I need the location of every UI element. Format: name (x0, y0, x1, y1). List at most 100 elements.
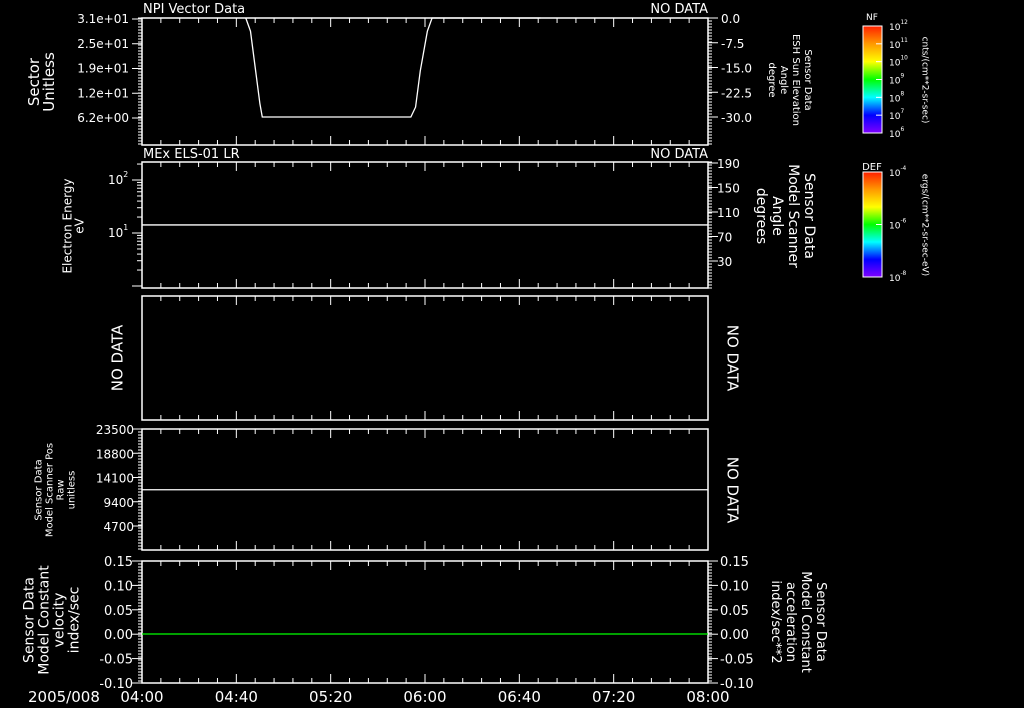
y-right-axis-label-line: Model Constant (798, 571, 813, 673)
y-tick-label: 23500 (96, 423, 134, 437)
y-right-axis-label-line: index/sec**2 (768, 580, 783, 663)
y-tick-label: 0.00 (104, 628, 133, 643)
y-tick-label-exp: 1 (123, 223, 128, 232)
date-label: 2005/008 (28, 688, 100, 706)
y-right-axis-label-line: Sensor Data (813, 582, 828, 662)
colorbar-tick-label-base: 10 (889, 23, 901, 33)
y-right-tick-label: 30 (717, 255, 732, 269)
colorbar-tick-label-exp: -4 (900, 166, 906, 172)
y-axis-label-line: Model Scanner Pos (45, 443, 56, 537)
y-right-axis-label-line: Model Scanner (785, 164, 801, 268)
colorbar-tick-label-base: 10 (889, 40, 901, 50)
y-tick-label: 0.05 (104, 604, 133, 619)
colorbar-tick-label-base: 10 (889, 274, 901, 284)
y-right-axis-label-line: degrees (753, 188, 769, 244)
y-axis-label-line: velocity (52, 593, 68, 648)
y-right-axis-label-line: acceleration (783, 582, 798, 662)
colorbar-tick-label-exp: 9 (900, 73, 904, 79)
y-right-axis-label-line: Angle (778, 66, 789, 94)
y-right-tick-label: 0.0 (721, 12, 740, 26)
colorbar-tick-label-exp: 12 (900, 20, 908, 26)
y-right-tick-label: 70 (717, 231, 732, 245)
colorbar-tick-label: 107 (889, 109, 904, 122)
y-right-tick-label: -7.5 (721, 37, 744, 51)
y-right-tick-label: -22.5 (721, 86, 752, 100)
panel-frame (141, 295, 709, 421)
y-tick-label: 0.15 (104, 555, 133, 570)
y-right-tick-label: -15.0 (721, 62, 752, 76)
y-tick-label: 2.5e+01 (77, 37, 129, 51)
colorbar-tick-label: 10-8 (889, 271, 907, 284)
y-tick-label: 102 (108, 170, 128, 187)
y-axis-label-line: Model Constant (37, 565, 53, 675)
y-tick-label: 101 (108, 223, 128, 240)
y-right-tick-label: -30.0 (721, 111, 752, 125)
y-right-tick-label: 0.15 (720, 555, 749, 570)
panel-title: MEx ELS-01 LR (143, 147, 240, 162)
colorbar-tick-label: 109 (889, 73, 904, 86)
colorbar-tick-label-base: 10 (889, 58, 901, 68)
y-axis-label-line: Unitless (40, 52, 58, 112)
colorbar-tick-label-base: 10 (889, 112, 901, 122)
colorbar-tick-label-base: 10 (889, 221, 901, 231)
time-tick-label: 07:20 (592, 688, 635, 706)
colorbar-tick-label-exp: 7 (900, 109, 904, 115)
panel-frame (141, 560, 709, 684)
y-right-tick-label: 0.00 (720, 628, 749, 643)
colorbar-unit-label: ergs/(cm**2-sr-sec-eV) (920, 174, 930, 276)
colorbar-tick-label-base: 10 (889, 169, 901, 179)
y-axis-label-line: index/sec (67, 587, 83, 654)
time-tick-label: 04:40 (215, 688, 258, 706)
no-data-right: NO DATA (724, 325, 742, 392)
colorbar-title: DEF (862, 162, 882, 173)
y-right-axis-label-line: ESH Sun Elevation (790, 34, 801, 126)
colorbar-tick-label: 1010 (889, 55, 908, 68)
colorbar-tick-label-base: 10 (889, 76, 901, 86)
time-tick-label: 08:00 (686, 688, 729, 706)
colorbar-tick-label: 106 (889, 127, 904, 140)
panel-title: NPI Vector Data (143, 2, 245, 17)
y-axis-label-line: Raw (56, 479, 67, 500)
y-right-axis-label-line: Sensor Data (802, 49, 813, 110)
colorbar-tick-label-exp: 6 (900, 127, 904, 133)
no-data-status: NO DATA (650, 147, 708, 162)
colorbar-tick-label-base: 10 (889, 130, 901, 140)
y-right-tick-label: -0.05 (720, 653, 754, 668)
y-tick-label: 6.2e+00 (77, 111, 129, 125)
y-right-tick-label: 190 (717, 157, 740, 171)
colorbar-tick-label-exp: 8 (900, 91, 904, 97)
y-right-axis-label-line: Sensor Data (801, 173, 817, 259)
colorbar-tick-label: 10-6 (889, 218, 907, 231)
no-data-left: NO DATA (109, 324, 127, 391)
y-tick-label: 1.9e+01 (77, 62, 129, 76)
y-tick-label: 1.2e+01 (77, 86, 129, 100)
colorbar-title: NF (866, 13, 878, 23)
y-axis-label-line: Sensor Data (22, 577, 38, 663)
colorbar-tick-label-exp: -8 (900, 271, 906, 277)
no-data-right: NO DATA (724, 457, 742, 524)
colorbar-tick-label-exp: 10 (900, 55, 908, 61)
time-tick-label: 04:00 (120, 688, 163, 706)
colorbar-unit-label: cnts/(cm**2-sr-sec) (920, 37, 930, 124)
time-tick-label: 05:20 (309, 688, 352, 706)
science-plot: NPI Vector Data NO DATA 3.1e+01 2.5e+01 1.9e… (22, 2, 930, 706)
y-tick-label: 4700 (103, 520, 134, 534)
y-axis-label-line: Sensor Data (34, 459, 45, 520)
y-tick-label: 14100 (96, 472, 134, 486)
y-axis-label-line: eV (73, 217, 87, 233)
panel-frame (141, 17, 709, 146)
y-right-axis-label-line: degree (766, 62, 777, 97)
y-right-axis-label-line: Angle (769, 196, 785, 236)
colorbar-tick-label: 10-4 (889, 166, 907, 179)
y-tick-label: 18800 (96, 447, 134, 461)
y-right-tick-label: 110 (717, 206, 740, 220)
time-tick-label: 06:00 (403, 688, 446, 706)
colorbar-tick-label-base: 10 (889, 94, 901, 104)
colorbar-tick-label: 1012 (889, 20, 908, 33)
y-tick-label-exp: 2 (123, 170, 128, 179)
y-right-tick-label: 0.05 (720, 604, 749, 619)
data-line (245, 17, 541, 118)
y-right-tick-label: 150 (717, 182, 740, 196)
no-data-status: NO DATA (650, 2, 708, 17)
y-tick-label: -0.05 (99, 653, 133, 668)
